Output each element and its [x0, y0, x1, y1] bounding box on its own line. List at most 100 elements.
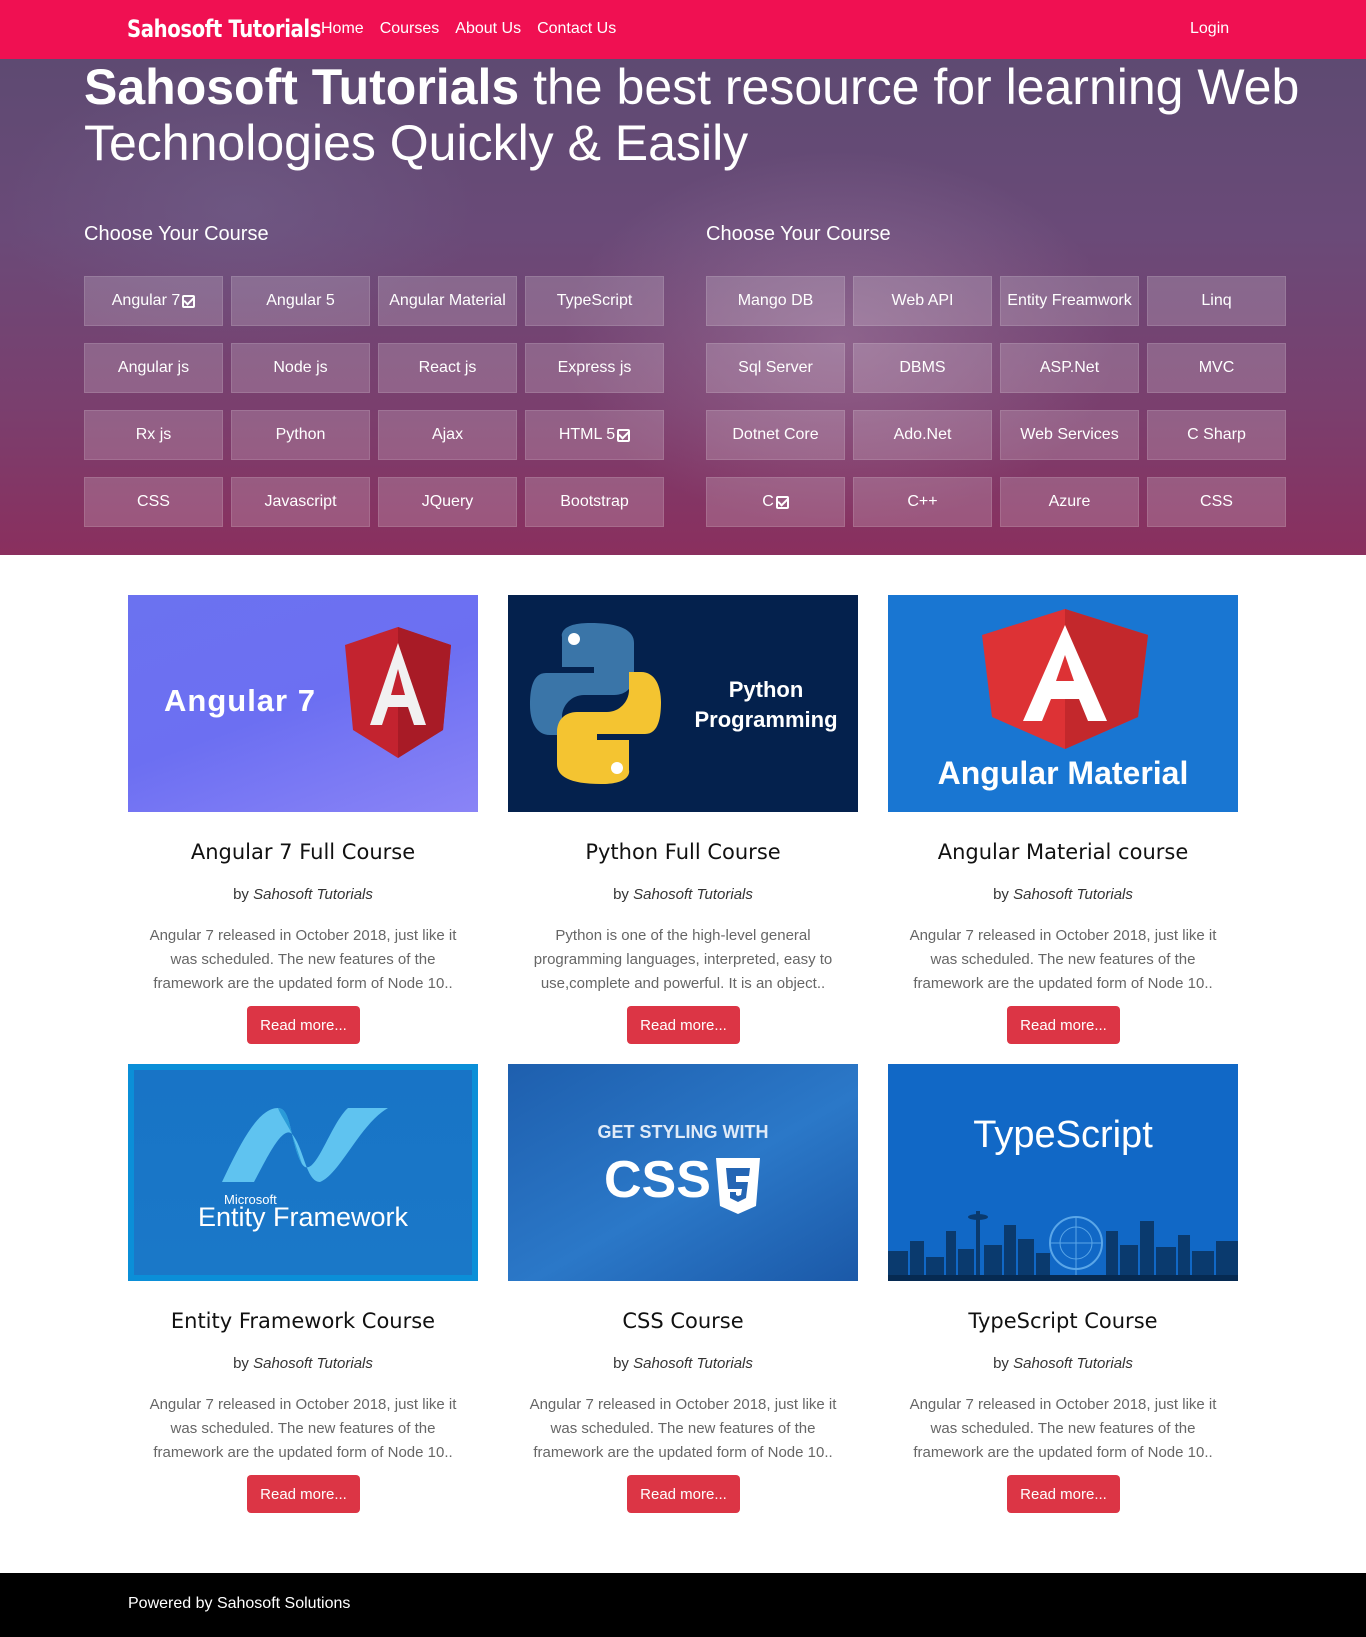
- nav-link-home[interactable]: Home: [321, 20, 364, 38]
- course-button-label: Bootstrap: [560, 493, 629, 510]
- course-button-angular-5[interactable]: Angular 5: [231, 276, 370, 326]
- card-description: Angular 7 released in October 2018, just…: [529, 1396, 837, 1461]
- left-course-grid: Angular 7 Angular 5 Angular Material TypeSc…: [84, 276, 664, 527]
- course-button-label: CSS: [137, 493, 170, 510]
- card-author: by Sahosoft Tutorials: [508, 886, 858, 903]
- course-button-css[interactable]: CSS: [84, 477, 223, 527]
- card-description: Angular 7 released in October 2018, just…: [149, 1396, 457, 1461]
- course-thumbnail-entity-framework[interactable]: Microsoft Entity Framework: [128, 1064, 478, 1281]
- course-button-label: HTML 5: [558, 426, 616, 443]
- course-button-bootstrap[interactable]: Bootstrap: [525, 477, 664, 527]
- thumbnail-text: CSS: [604, 1151, 711, 1209]
- course-thumbnail-python[interactable]: Python Programming: [508, 595, 858, 812]
- hero-title: Sahosoft Tutorials the best resource for…: [84, 59, 1314, 171]
- course-card-angular-material: Angular Material Angular Material course…: [888, 595, 1238, 1055]
- entity-framework-logo-icon: [222, 1108, 388, 1182]
- card-title[interactable]: Angular 7 Full Course: [128, 840, 478, 864]
- course-button-typescript[interactable]: TypeScript: [525, 276, 664, 326]
- course-button-react-js[interactable]: React js: [378, 343, 517, 393]
- course-button-linq[interactable]: Linq: [1147, 276, 1286, 326]
- hero-title-bold: Sahosoft Tutorials: [84, 59, 520, 115]
- card-author: by Sahosoft Tutorials: [508, 1355, 858, 1372]
- card-author-name: Sahosoft Tutorials: [1013, 886, 1133, 903]
- course-button-label: Linq: [1201, 292, 1232, 309]
- card-title[interactable]: TypeScript Course: [888, 1309, 1238, 1333]
- card-description: Angular 7 released in October 2018, just…: [149, 927, 457, 992]
- course-thumbnail-typescript[interactable]: TypeScript: [888, 1064, 1238, 1281]
- course-button-label: Dotnet Core: [732, 426, 819, 443]
- course-card-typescript: TypeScript TypeScript Course by Sahosoft…: [888, 1064, 1238, 1524]
- read-more-button[interactable]: Read more...: [627, 1006, 740, 1044]
- course-button-angular-material[interactable]: Angular Material: [378, 276, 517, 326]
- card-author-prefix: by: [613, 1355, 634, 1372]
- course-button-angular-js[interactable]: Angular js: [84, 343, 223, 393]
- course-button-dbms[interactable]: DBMS: [853, 343, 992, 393]
- course-button-c[interactable]: C: [706, 477, 845, 527]
- card-description: Python is one of the high-level general …: [533, 927, 833, 992]
- card-author-name: Sahosoft Tutorials: [633, 1355, 753, 1372]
- course-button-label: Web Services: [1020, 426, 1119, 443]
- course-button-javascript[interactable]: Javascript: [231, 477, 370, 527]
- course-button-sql-server[interactable]: Sql Server: [706, 343, 845, 393]
- card-title[interactable]: Angular Material course: [888, 840, 1238, 864]
- course-button-asp-net[interactable]: ASP.Net: [1000, 343, 1139, 393]
- read-more-button[interactable]: Read more...: [247, 1475, 360, 1513]
- course-button-label: CSS: [1200, 493, 1233, 510]
- course-button-entity-freamwork[interactable]: Entity Freamwork: [1000, 276, 1139, 326]
- nav-links: Home Courses About Us Contact Us: [321, 20, 632, 38]
- course-button-label: JQuery: [421, 493, 474, 510]
- read-more-button[interactable]: Read more...: [247, 1006, 360, 1044]
- course-button-c-sharp[interactable]: C Sharp: [1147, 410, 1286, 460]
- login-link[interactable]: Login: [1190, 20, 1229, 38]
- course-button-label: Web API: [891, 292, 954, 309]
- course-thumbnail-angular-7[interactable]: Angular 7: [128, 595, 478, 812]
- hero-section: Sahosoft Tutorials the best resource for…: [0, 59, 1366, 555]
- card-description: Angular 7 released in October 2018, just…: [909, 927, 1217, 992]
- nav-link-courses[interactable]: Courses: [380, 20, 440, 38]
- read-more-button[interactable]: Read more...: [1007, 1006, 1120, 1044]
- card-author: by Sahosoft Tutorials: [888, 886, 1238, 903]
- course-button-label: Azure: [1048, 493, 1091, 510]
- right-course-heading: Choose Your Course: [706, 223, 891, 245]
- course-button-mango-db[interactable]: Mango DB: [706, 276, 845, 326]
- course-card-entity-framework: Microsoft Entity Framework Entity Framew…: [128, 1064, 478, 1524]
- course-button-ajax[interactable]: Ajax: [378, 410, 517, 460]
- course-button-html-5[interactable]: HTML 5: [525, 410, 664, 460]
- course-thumbnail-css[interactable]: GET STYLING WITH CSS: [508, 1064, 858, 1281]
- read-more-button[interactable]: Read more...: [1007, 1475, 1120, 1513]
- card-title[interactable]: Python Full Course: [508, 840, 858, 864]
- course-button-azure[interactable]: Azure: [1000, 477, 1139, 527]
- course-button-cplusplus[interactable]: C++: [853, 477, 992, 527]
- course-button-web-services[interactable]: Web Services: [1000, 410, 1139, 460]
- checkbox-checked-icon: [775, 495, 789, 509]
- thumbnail-text: Angular Material: [937, 755, 1189, 791]
- course-button-mvc[interactable]: MVC: [1147, 343, 1286, 393]
- course-button-angular-7[interactable]: Angular 7: [84, 276, 223, 326]
- right-course-grid: Mango DB Web API Entity Freamwork Linq Sql S…: [706, 276, 1286, 527]
- card-author-name: Sahosoft Tutorials: [633, 886, 753, 903]
- course-button-label: Ado.Net: [893, 426, 952, 443]
- course-button-ado-net[interactable]: Ado.Net: [853, 410, 992, 460]
- course-button-python[interactable]: Python: [231, 410, 370, 460]
- course-button-express-js[interactable]: Express js: [525, 343, 664, 393]
- course-button-node-js[interactable]: Node js: [231, 343, 370, 393]
- read-more-button[interactable]: Read more...: [627, 1475, 740, 1513]
- css3-shield-icon: [716, 1158, 760, 1214]
- course-button-rx-js[interactable]: Rx js: [84, 410, 223, 460]
- course-button-css[interactable]: CSS: [1147, 477, 1286, 527]
- course-button-dotnet-core[interactable]: Dotnet Core: [706, 410, 845, 460]
- nav-link-contact-us[interactable]: Contact Us: [537, 20, 616, 38]
- course-button-label: Javascript: [264, 493, 337, 510]
- card-title[interactable]: Entity Framework Course: [128, 1309, 478, 1333]
- course-thumbnail-angular-material[interactable]: Angular Material: [888, 595, 1238, 812]
- course-button-jquery[interactable]: JQuery: [378, 477, 517, 527]
- nav-link-about-us[interactable]: About Us: [455, 20, 521, 38]
- brand-logo[interactable]: Sahosoft Tutorials: [127, 15, 321, 43]
- thumbnail-text: Angular 7: [164, 683, 316, 718]
- course-card-css: GET STYLING WITH CSS CSS Course by Sahos…: [508, 1064, 858, 1524]
- card-author-prefix: by: [993, 886, 1014, 903]
- card-author: by Sahosoft Tutorials: [888, 1355, 1238, 1372]
- course-button-label: Angular js: [117, 359, 190, 376]
- card-title[interactable]: CSS Course: [508, 1309, 858, 1333]
- course-button-web-api[interactable]: Web API: [853, 276, 992, 326]
